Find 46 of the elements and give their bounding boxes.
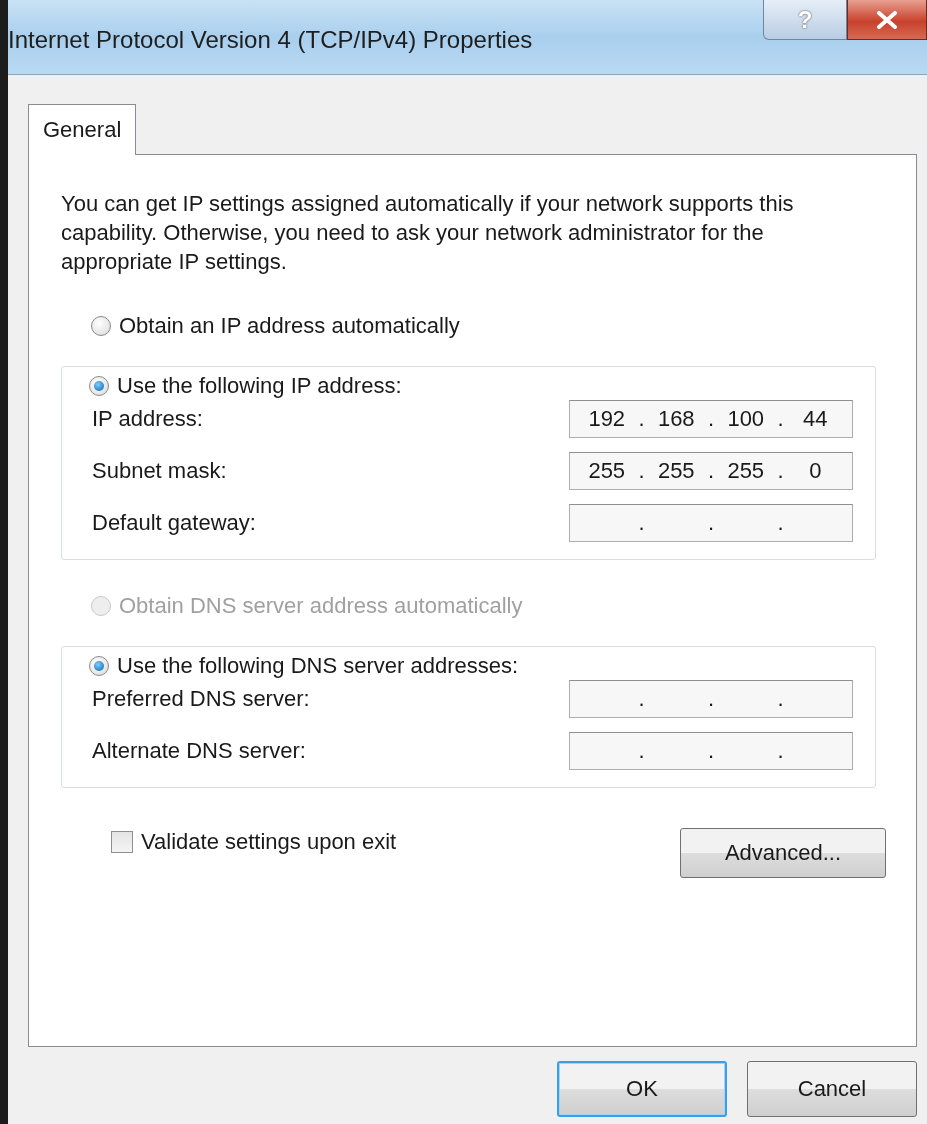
octet-separator: . — [637, 738, 646, 764]
octet-separator: . — [776, 686, 785, 712]
checkbox[interactable] — [111, 831, 133, 853]
octet-separator: . — [706, 406, 716, 432]
field-label: Preferred DNS server: — [92, 686, 310, 712]
ip-address-field[interactable]: 255 . 255 . 255 . 0 — [569, 452, 853, 490]
octet-value: 255 — [587, 458, 627, 484]
radio-button[interactable] — [89, 656, 109, 676]
octet-separator: . — [706, 738, 716, 764]
octet-separator: . — [706, 510, 716, 536]
field-label: Default gateway: — [92, 510, 256, 536]
octet-value: 100 — [726, 406, 766, 432]
octet-separator: . — [637, 510, 646, 536]
field-label: IP address: — [92, 406, 203, 432]
ip-address-field[interactable]: . . . — [569, 680, 853, 718]
ip-address-field[interactable]: . . . — [569, 732, 853, 770]
radio-button[interactable] — [91, 316, 111, 336]
advanced-button[interactable]: Advanced... — [680, 828, 886, 878]
octet-value: 255 — [726, 458, 766, 484]
octet-separator: . — [776, 738, 785, 764]
octet-value: 192 — [587, 406, 627, 432]
ip-address-field[interactable]: 192 . 168 . 100 . 44 — [569, 400, 853, 438]
window-title: Internet Protocol Version 4 (TCP/IPv4) Properties — [8, 25, 533, 54]
field-label: Alternate DNS server: — [92, 738, 306, 764]
field-label: Subnet mask: — [92, 458, 227, 484]
octet-value: 0 — [808, 458, 823, 484]
octet-separator: . — [776, 458, 785, 484]
close-icon — [876, 10, 898, 29]
octet-separator: . — [637, 458, 646, 484]
radio-button[interactable] — [89, 376, 109, 396]
description-text: You can get IP settings assigned automatically if your network supports this capability. Otherwise, you need to ask your network administrator for the appropriate IP settings. — [61, 190, 795, 276]
octet-value: 168 — [656, 406, 696, 432]
octet-separator: . — [637, 686, 646, 712]
dialog-button[interactable]: OK — [557, 1061, 727, 1117]
checkbox-label: Validate settings upon exit — [141, 829, 397, 855]
octet-separator: . — [776, 510, 785, 536]
octet-separator: . — [706, 458, 716, 484]
close-button[interactable] — [847, 0, 927, 40]
octet-separator: . — [776, 406, 785, 432]
tab[interactable]: General — [28, 104, 137, 155]
dialog-button[interactable]: Cancel — [747, 1061, 917, 1117]
octet-separator: . — [706, 686, 716, 712]
ip-address-field[interactable]: . . . — [569, 504, 853, 542]
octet-separator: . — [637, 406, 646, 432]
octet-value: 255 — [656, 458, 696, 484]
octet-value: 44 — [802, 406, 829, 432]
